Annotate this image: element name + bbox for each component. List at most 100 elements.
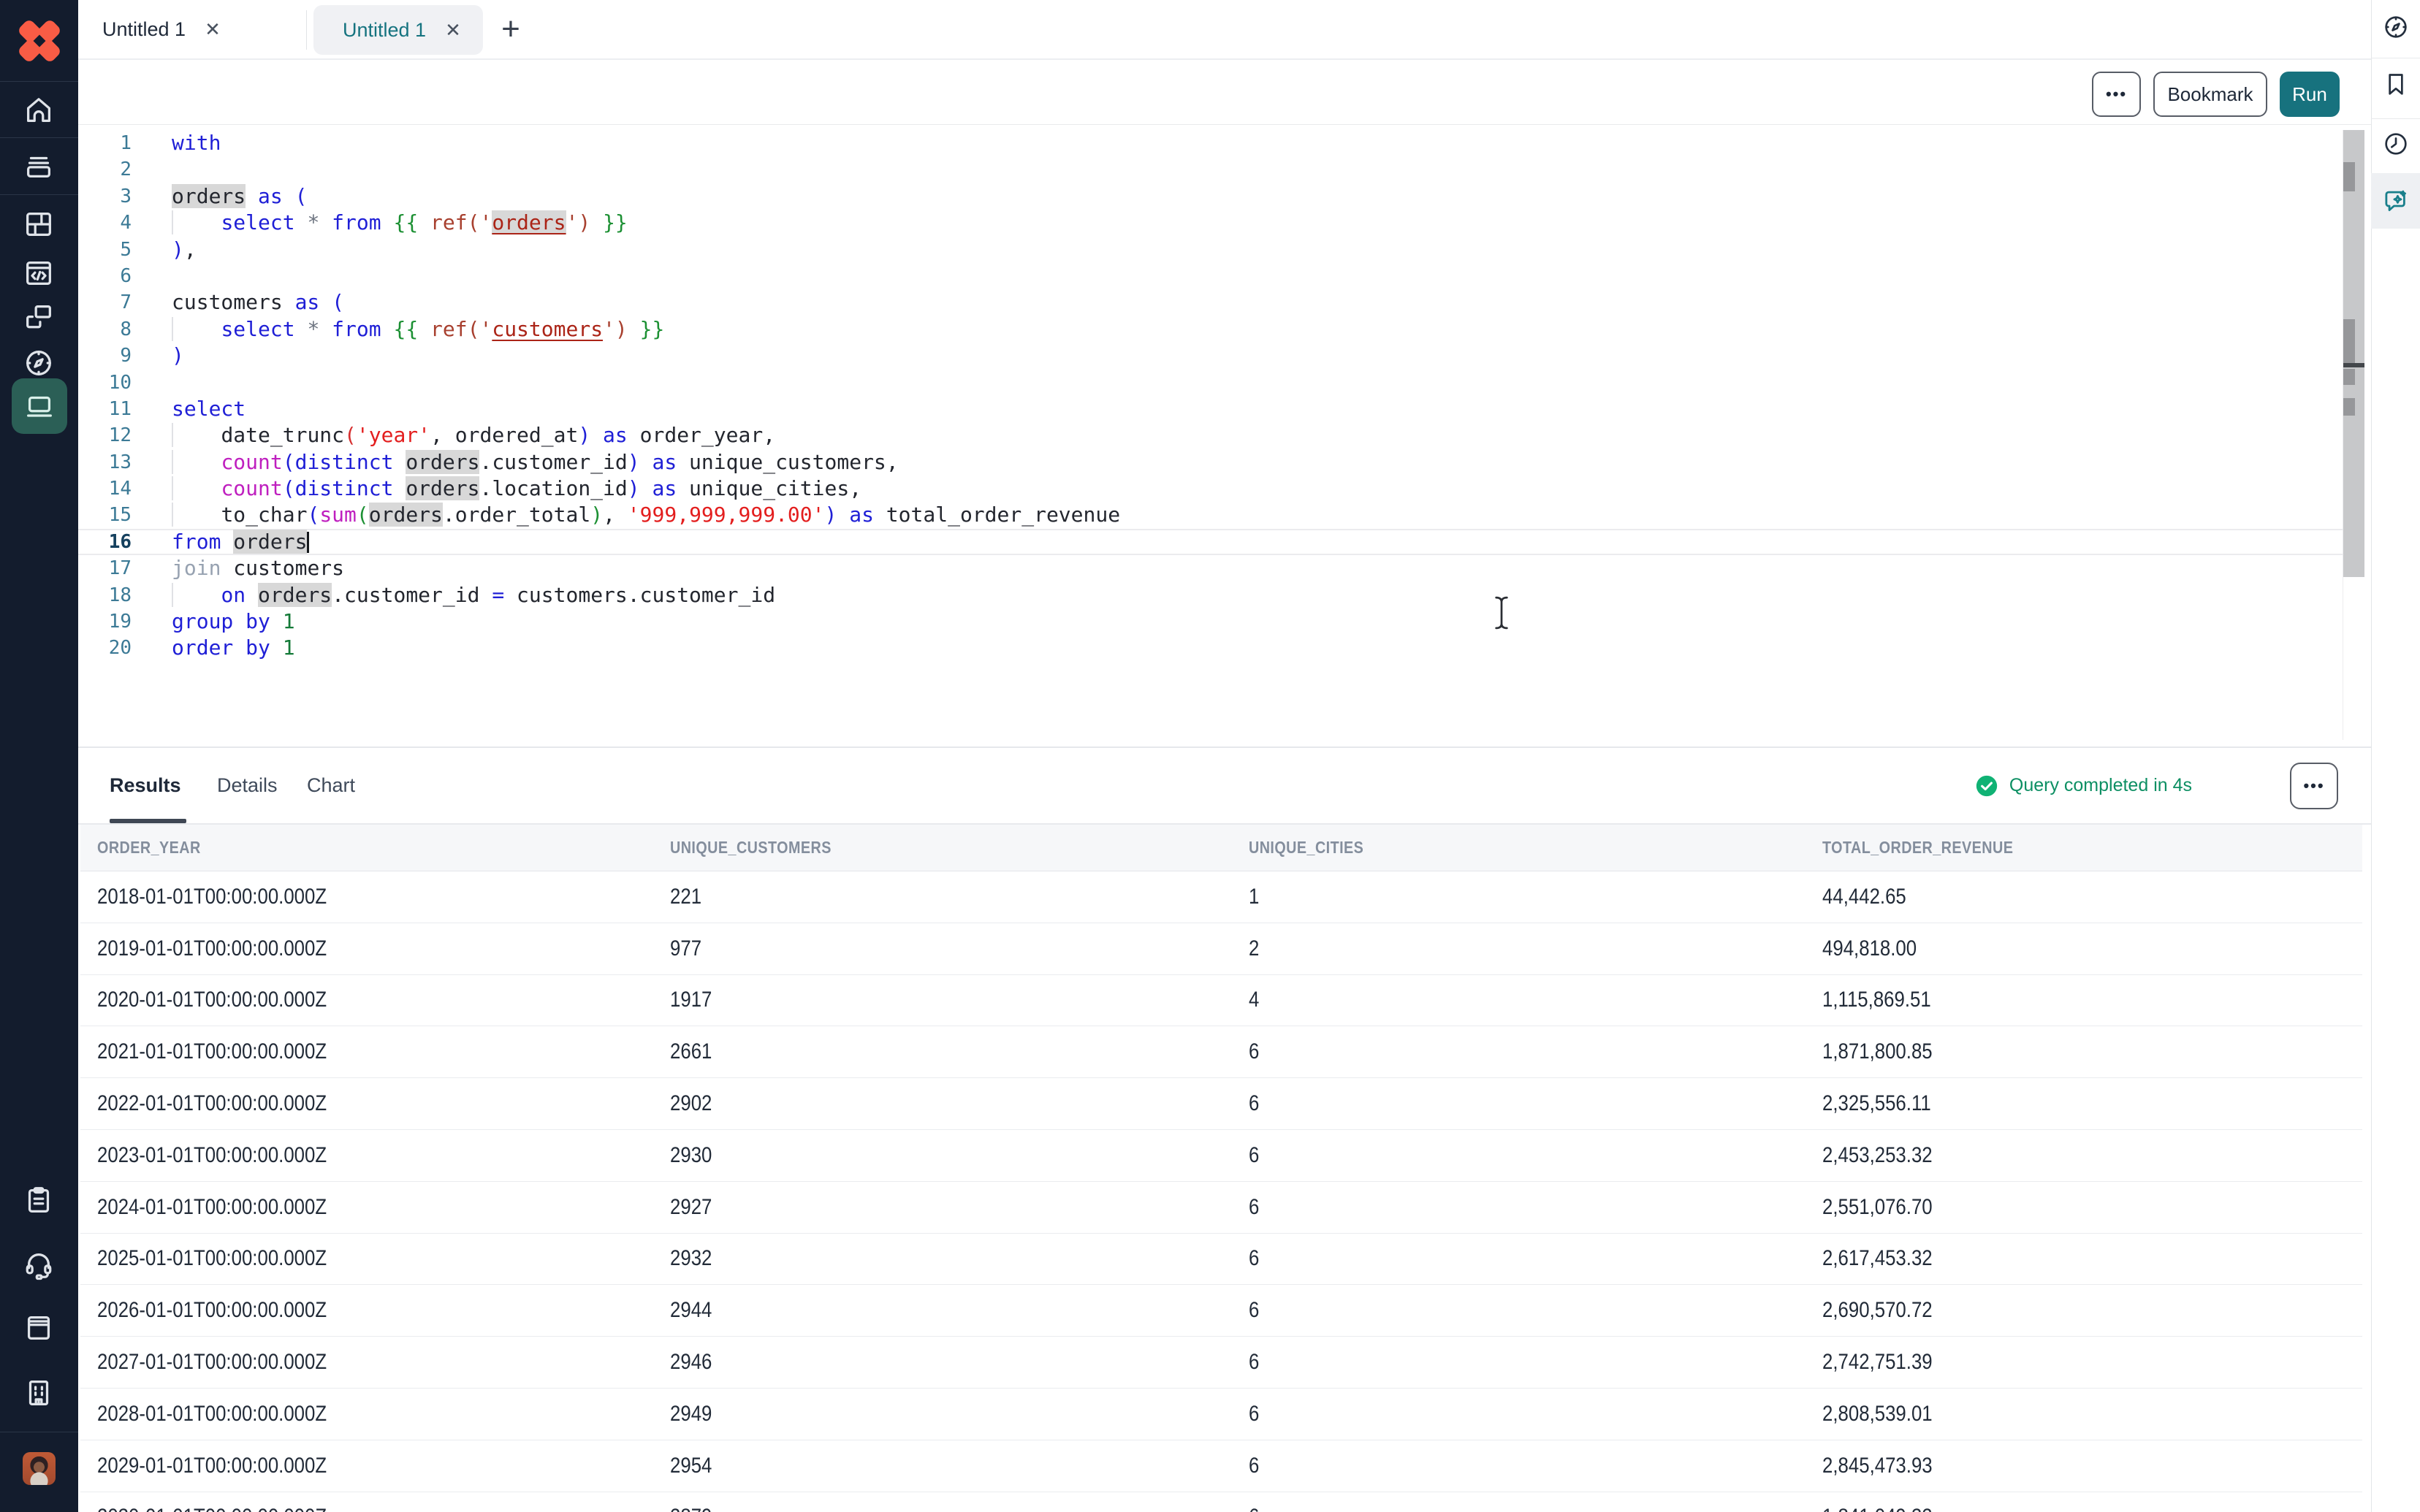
- table-cell: 1: [1249, 885, 1822, 909]
- code-text: join customers: [132, 555, 2343, 581]
- table-row[interactable]: 2019-01-01T00:00:00.000Z9772494,818.00: [80, 923, 2362, 975]
- code-line[interactable]: 18 on orders.customer_id = customers.cus…: [78, 582, 2343, 608]
- code-text: ): [132, 343, 2343, 369]
- query-status-text: Query completed in 4s: [2009, 775, 2192, 796]
- code-line[interactable]: 7customers as (: [78, 289, 2343, 316]
- table-row[interactable]: 2023-01-01T00:00:00.000Z293062,453,253.3…: [80, 1130, 2362, 1182]
- bookmark-icon[interactable]: [2380, 68, 2412, 100]
- code-line[interactable]: 17join customers: [78, 555, 2343, 581]
- code-line[interactable]: 13 count(distinct orders.customer_id) as…: [78, 449, 2343, 476]
- close-icon[interactable]: ✕: [205, 18, 221, 41]
- code-text: on orders.customer_id = customers.custom…: [132, 582, 2343, 608]
- table-cell: 6: [1249, 1454, 1822, 1478]
- table-header: ORDER_YEAR UNIQUE_CUSTOMERS UNIQUE_CITIE…: [80, 825, 2362, 871]
- more-options-button[interactable]: •••: [2092, 72, 2141, 117]
- column-header: ORDER_YEAR: [97, 838, 670, 858]
- compass-icon[interactable]: [22, 346, 56, 380]
- code-window-icon[interactable]: [22, 256, 56, 290]
- table-cell: 1917: [670, 988, 1249, 1012]
- drawer-icon[interactable]: [22, 149, 56, 183]
- table-cell: 1,871,800.85: [1822, 1039, 2319, 1064]
- laptop-terminal-icon[interactable]: [12, 378, 67, 434]
- table-row[interactable]: 2018-01-01T00:00:00.000Z221144,442.65: [80, 871, 2362, 923]
- code-text: customers as (: [132, 289, 2343, 316]
- code-line[interactable]: 8 select * from {{ ref('customers') }}: [78, 316, 2343, 343]
- support-headset-icon[interactable]: [22, 1248, 56, 1281]
- code-line[interactable]: 9): [78, 343, 2343, 369]
- line-number: 14: [78, 476, 132, 502]
- bookmark-button[interactable]: Bookmark: [2153, 72, 2267, 117]
- tab-untitled-1[interactable]: Untitled 1 ✕: [78, 0, 241, 58]
- table-cell: 2,690,570.72: [1822, 1298, 2319, 1323]
- tab-chart[interactable]: Chart: [307, 748, 355, 823]
- divider: [2371, 118, 2420, 119]
- code-line[interactable]: 15 to_char(sum(orders.order_total), '999…: [78, 502, 2343, 528]
- code-line[interactable]: 16from orders: [78, 529, 2343, 555]
- code-text: order by 1: [132, 635, 2343, 661]
- table-row[interactable]: 2021-01-01T00:00:00.000Z266161,871,800.8…: [80, 1026, 2362, 1078]
- dashboard-icon[interactable]: [22, 207, 56, 241]
- user-avatar[interactable]: [23, 1452, 56, 1485]
- close-icon[interactable]: ✕: [445, 19, 461, 42]
- new-tab-button[interactable]: +: [489, 0, 533, 58]
- table-row[interactable]: 2029-01-01T00:00:00.000Z295462,845,473.9…: [80, 1440, 2362, 1492]
- code-line[interactable]: 6: [78, 263, 2343, 289]
- table-cell: 2,325,556.11: [1822, 1091, 2319, 1116]
- line-number: 18: [78, 582, 132, 608]
- editor-overview-ruler: [2343, 130, 2364, 740]
- column-header: UNIQUE_CUSTOMERS: [670, 838, 1249, 858]
- code-line[interactable]: 11select: [78, 396, 2343, 422]
- table-cell: 2902: [670, 1091, 1249, 1116]
- organization-building-icon[interactable]: [22, 1376, 56, 1410]
- tab-untitled-1-active[interactable]: Untitled 1 ✕: [313, 5, 483, 55]
- code-line[interactable]: 5),: [78, 237, 2343, 263]
- code-line[interactable]: 10: [78, 370, 2343, 396]
- docs-book-icon[interactable]: [22, 1311, 56, 1345]
- code-text: count(distinct orders.customer_id) as un…: [132, 449, 2343, 476]
- history-clock-icon[interactable]: [2380, 128, 2412, 160]
- compass-icon[interactable]: [2380, 11, 2412, 43]
- code-line[interactable]: 4 select * from {{ ref('orders') }}: [78, 210, 2343, 236]
- table-row[interactable]: 2022-01-01T00:00:00.000Z290262,325,556.1…: [80, 1078, 2362, 1130]
- table-row[interactable]: 2028-01-01T00:00:00.000Z294962,808,539.0…: [80, 1389, 2362, 1440]
- table-row[interactable]: 2030-01-01T00:00:00.000Z287961,841,049.3…: [80, 1492, 2362, 1512]
- tab-label: Untitled 1: [102, 18, 186, 41]
- clipboard-icon[interactable]: [22, 1183, 56, 1217]
- table-cell: 2028-01-01T00:00:00.000Z: [97, 1402, 670, 1427]
- table-cell: 2954: [670, 1454, 1249, 1478]
- table-cell: 2020-01-01T00:00:00.000Z: [97, 988, 670, 1012]
- table-body: 2018-01-01T00:00:00.000Z221144,442.65201…: [80, 871, 2362, 1512]
- table-cell: 2021-01-01T00:00:00.000Z: [97, 1039, 670, 1064]
- code-text: select: [132, 396, 2343, 422]
- table-row[interactable]: 2026-01-01T00:00:00.000Z294462,690,570.7…: [80, 1285, 2362, 1337]
- table-cell: 977: [670, 936, 1249, 961]
- run-button[interactable]: Run: [2280, 72, 2340, 117]
- table-cell: 2026-01-01T00:00:00.000Z: [97, 1298, 670, 1323]
- code-line[interactable]: 19group by 1: [78, 608, 2343, 635]
- table-row[interactable]: 2020-01-01T00:00:00.000Z191741,115,869.5…: [80, 975, 2362, 1027]
- code-line[interactable]: 1with: [78, 130, 2343, 156]
- results-more-button[interactable]: •••: [2290, 763, 2338, 809]
- code-line[interactable]: 2: [78, 156, 2343, 183]
- tab-details[interactable]: Details: [217, 748, 278, 823]
- table-row[interactable]: 2025-01-01T00:00:00.000Z293262,617,453.3…: [80, 1234, 2362, 1286]
- code-text: from orders: [132, 530, 2343, 554]
- sql-editor[interactable]: 1with2 3orders as (4 select * from {{ re…: [78, 125, 2343, 747]
- table-row[interactable]: 2024-01-01T00:00:00.000Z292762,551,076.7…: [80, 1182, 2362, 1234]
- code-line[interactable]: 14 count(distinct orders.location_id) as…: [78, 476, 2343, 502]
- code-line[interactable]: 20order by 1: [78, 635, 2343, 661]
- line-number: 13: [78, 449, 132, 476]
- windows-icon[interactable]: [22, 300, 56, 334]
- table-row[interactable]: 2027-01-01T00:00:00.000Z294662,742,751.3…: [80, 1337, 2362, 1389]
- table-cell: 2: [1249, 936, 1822, 961]
- tab-results[interactable]: Results: [110, 748, 181, 823]
- ai-chat-sparkle-icon[interactable]: [2371, 173, 2420, 229]
- code-line[interactable]: 3orders as (: [78, 183, 2343, 210]
- table-cell: 2030-01-01T00:00:00.000Z: [97, 1505, 670, 1512]
- app-logo-icon[interactable]: [18, 19, 61, 63]
- table-cell: 2018-01-01T00:00:00.000Z: [97, 885, 670, 909]
- code-line[interactable]: 12 date_trunc('year', ordered_at) as ord…: [78, 422, 2343, 448]
- table-cell: 2932: [670, 1246, 1249, 1271]
- table-cell: 2946: [670, 1350, 1249, 1375]
- home-icon[interactable]: [22, 93, 56, 126]
